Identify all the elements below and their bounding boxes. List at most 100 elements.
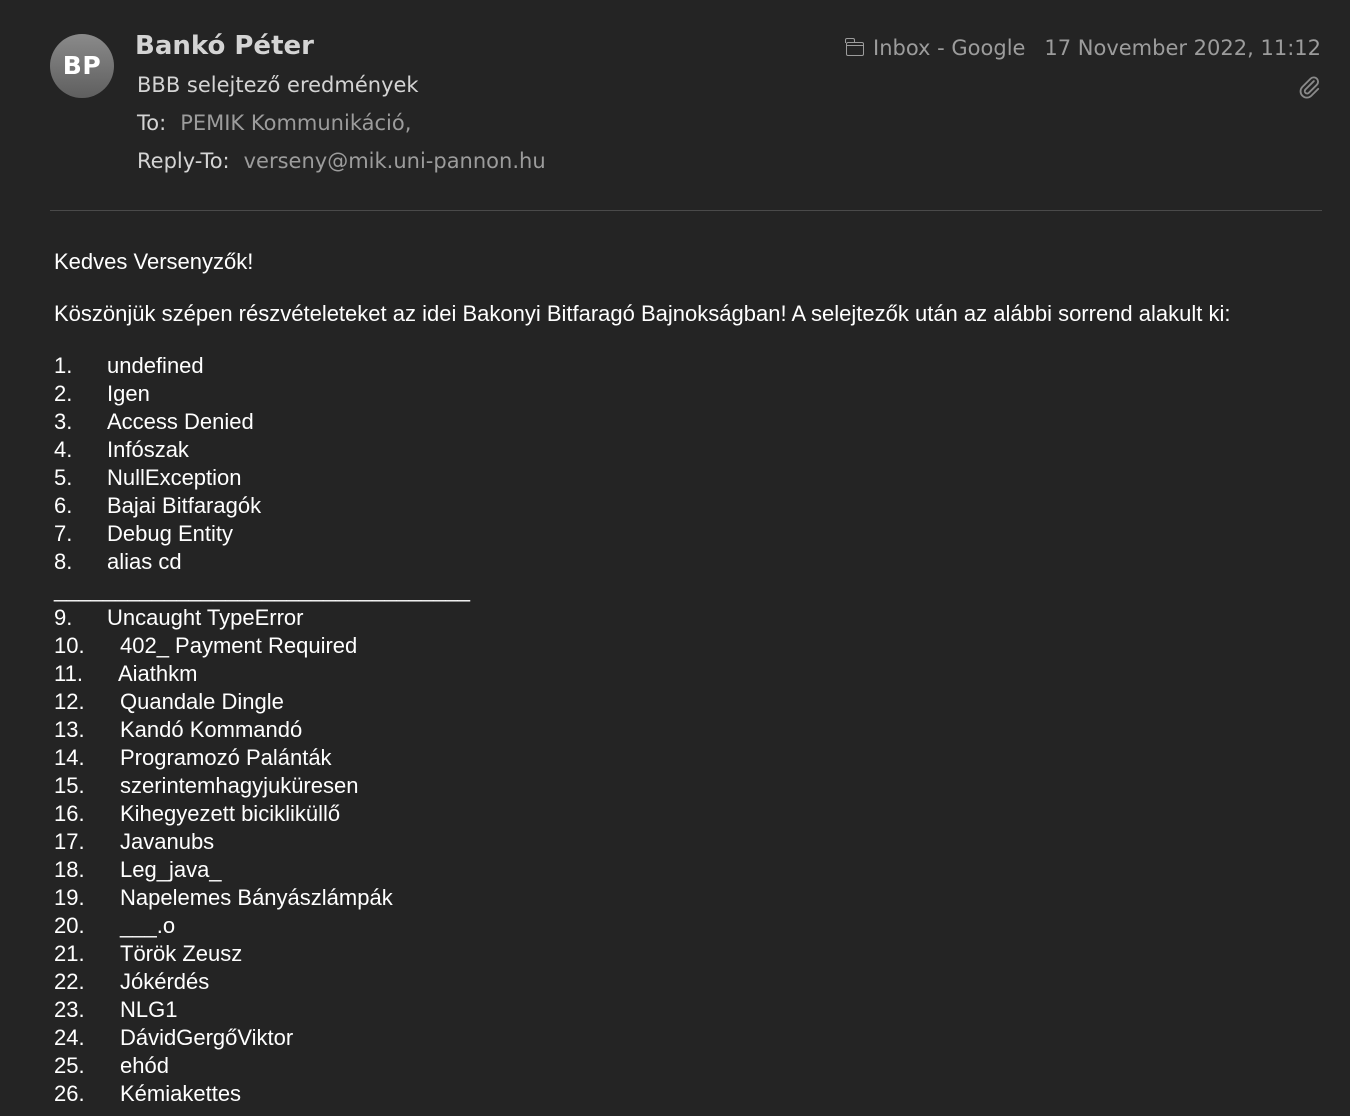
mailbox-name: Inbox - Google xyxy=(873,36,1026,60)
list-item: 6. Bajai Bitfaragók xyxy=(54,492,1350,520)
list-item-number: 11. xyxy=(54,661,83,686)
list-item: 14. Programozó Palánták xyxy=(54,744,1350,772)
ranking-rest: 9. Uncaught TypeError 10. 402_ Payment Requ… xyxy=(54,604,1350,1108)
team-name: 402_ Payment Required xyxy=(120,633,358,658)
list-item-number: 6. xyxy=(54,493,73,518)
list-item: 12. Quandale Dingle xyxy=(54,688,1350,716)
intro-paragraph: Köszönjük szépen részvételeteket az idei… xyxy=(54,301,1231,326)
team-name: alias cd xyxy=(107,549,182,574)
list-item-number: 2. xyxy=(54,381,73,406)
list-item: 8. alias cd xyxy=(54,548,1350,576)
team-name: Access Denied xyxy=(107,409,254,434)
team-name: Javanubs xyxy=(120,829,215,854)
team-name: Kandó Kommandó xyxy=(120,717,303,742)
team-name: Aiathkm xyxy=(118,661,198,686)
list-item-number: 18. xyxy=(54,857,85,882)
team-name: Leg_java_ xyxy=(120,857,222,882)
team-name: Igen xyxy=(107,381,150,406)
list-item: 23. NLG1 xyxy=(54,996,1350,1024)
paperclip-icon[interactable] xyxy=(1296,74,1322,100)
list-item-number: 9. xyxy=(54,605,73,630)
header-divider xyxy=(50,210,1322,211)
list-item-number: 14. xyxy=(54,745,85,770)
ranking-list: 1. undefined 2. Igen 3. Access Denied 4. Infósz… xyxy=(54,352,1350,1108)
team-name: NullException xyxy=(107,465,242,490)
team-name: DávidGergőViktor xyxy=(120,1025,294,1050)
message-header: BP Bankó Péter BBB selejtező eredmények … xyxy=(0,0,1350,212)
folder-icon xyxy=(845,38,864,56)
list-item: 3. Access Denied xyxy=(54,408,1350,436)
team-name: NLG1 xyxy=(120,997,178,1022)
list-item-number: 26. xyxy=(54,1081,85,1106)
list-item: 25. ehód xyxy=(54,1052,1350,1080)
team-name: ehód xyxy=(120,1053,169,1078)
list-item-number: 7. xyxy=(54,521,73,546)
list-item: 13. Kandó Kommandó xyxy=(54,716,1350,744)
team-name: Jókérdés xyxy=(120,969,210,994)
list-item-number: 22. xyxy=(54,969,85,994)
list-item: 21. Török Zeusz xyxy=(54,940,1350,968)
team-name: Bajai Bitfaragók xyxy=(107,493,262,518)
reply-to-row: Reply-To: verseny@mik.uni-pannon.hu xyxy=(137,149,546,173)
team-name: szerintemhagyjuküresen xyxy=(120,773,359,798)
sender-avatar[interactable]: BP xyxy=(50,34,114,98)
list-item: 20. ___.o xyxy=(54,912,1350,940)
team-name: Programozó Palánták xyxy=(120,745,332,770)
team-name: Quandale Dingle xyxy=(120,689,284,714)
list-item-number: 4. xyxy=(54,437,73,462)
message-body: Kedves Versenyzők! Köszönjük szépen rész… xyxy=(54,248,1350,1108)
list-item: 10. 402_ Payment Required xyxy=(54,632,1350,660)
list-item-number: 1. xyxy=(54,353,73,378)
list-item-number: 15. xyxy=(54,773,85,798)
list-item: 2. Igen xyxy=(54,380,1350,408)
team-name: Török Zeusz xyxy=(120,941,243,966)
list-item: 22. Jókérdés xyxy=(54,968,1350,996)
team-name: Infószak xyxy=(107,437,189,462)
list-item: 17. Javanubs xyxy=(54,828,1350,856)
team-name: undefined xyxy=(107,353,204,378)
list-item-number: 13. xyxy=(54,717,85,742)
list-item: 15. szerintemhagyjuküresen xyxy=(54,772,1350,800)
list-item-number: 3. xyxy=(54,409,73,434)
list-item: 9. Uncaught TypeError xyxy=(54,604,1350,632)
sender-name[interactable]: Bankó Péter xyxy=(135,31,314,61)
mailbox-location[interactable]: Inbox - Google xyxy=(845,36,1026,60)
list-item: 26. Kémiakettes xyxy=(54,1080,1350,1108)
list-item-number: 25. xyxy=(54,1053,85,1078)
list-item-number: 20. xyxy=(54,913,85,938)
list-item: 18. Leg_java_ xyxy=(54,856,1350,884)
list-item-number: 16. xyxy=(54,801,85,826)
list-item: 7. Debug Entity xyxy=(54,520,1350,548)
team-name: Debug Entity xyxy=(107,521,233,546)
team-name: Kihegyezett bicikliküllő xyxy=(120,801,341,826)
message-subject: BBB selejtező eredmények xyxy=(137,73,419,97)
team-name: Napelemes Bányászlámpák xyxy=(120,885,393,910)
to-recipient[interactable]: PEMIK Kommunikáció, xyxy=(180,111,411,135)
message-date: 17 November 2022, 11:12 xyxy=(1044,36,1321,60)
reply-to-label: Reply-To: xyxy=(137,149,230,173)
list-item-number: 5. xyxy=(54,465,73,490)
greeting: Kedves Versenyzők! xyxy=(54,249,254,274)
list-item-number: 8. xyxy=(54,549,73,574)
list-item: 19. Napelemes Bányászlámpák xyxy=(54,884,1350,912)
list-item: 11. Aiathkm xyxy=(54,660,1350,688)
list-item-number: 23. xyxy=(54,997,85,1022)
list-item: 16. Kihegyezett bicikliküllő xyxy=(54,800,1350,828)
list-item-number: 12. xyxy=(54,689,85,714)
list-item-number: 24. xyxy=(54,1025,85,1050)
list-item: 1. undefined xyxy=(54,352,1350,380)
qualifier-separator: __________________________________ xyxy=(54,577,471,602)
to-label: To: xyxy=(137,111,167,135)
ranking-top: 1. undefined 2. Igen 3. Access Denied 4. Infósz… xyxy=(54,352,1350,576)
list-item: 5. NullException xyxy=(54,464,1350,492)
team-name: ___.o xyxy=(120,913,176,938)
list-item-number: 10. xyxy=(54,633,85,658)
reply-to-address[interactable]: verseny@mik.uni-pannon.hu xyxy=(244,149,546,173)
team-name: Kémiakettes xyxy=(120,1081,242,1106)
list-item-number: 17. xyxy=(54,829,85,854)
to-row: To: PEMIK Kommunikáció, xyxy=(137,111,411,135)
team-name: Uncaught TypeError xyxy=(107,605,304,630)
list-item: 4. Infószak xyxy=(54,436,1350,464)
list-item: 24. DávidGergőViktor xyxy=(54,1024,1350,1052)
list-item-number: 19. xyxy=(54,885,85,910)
